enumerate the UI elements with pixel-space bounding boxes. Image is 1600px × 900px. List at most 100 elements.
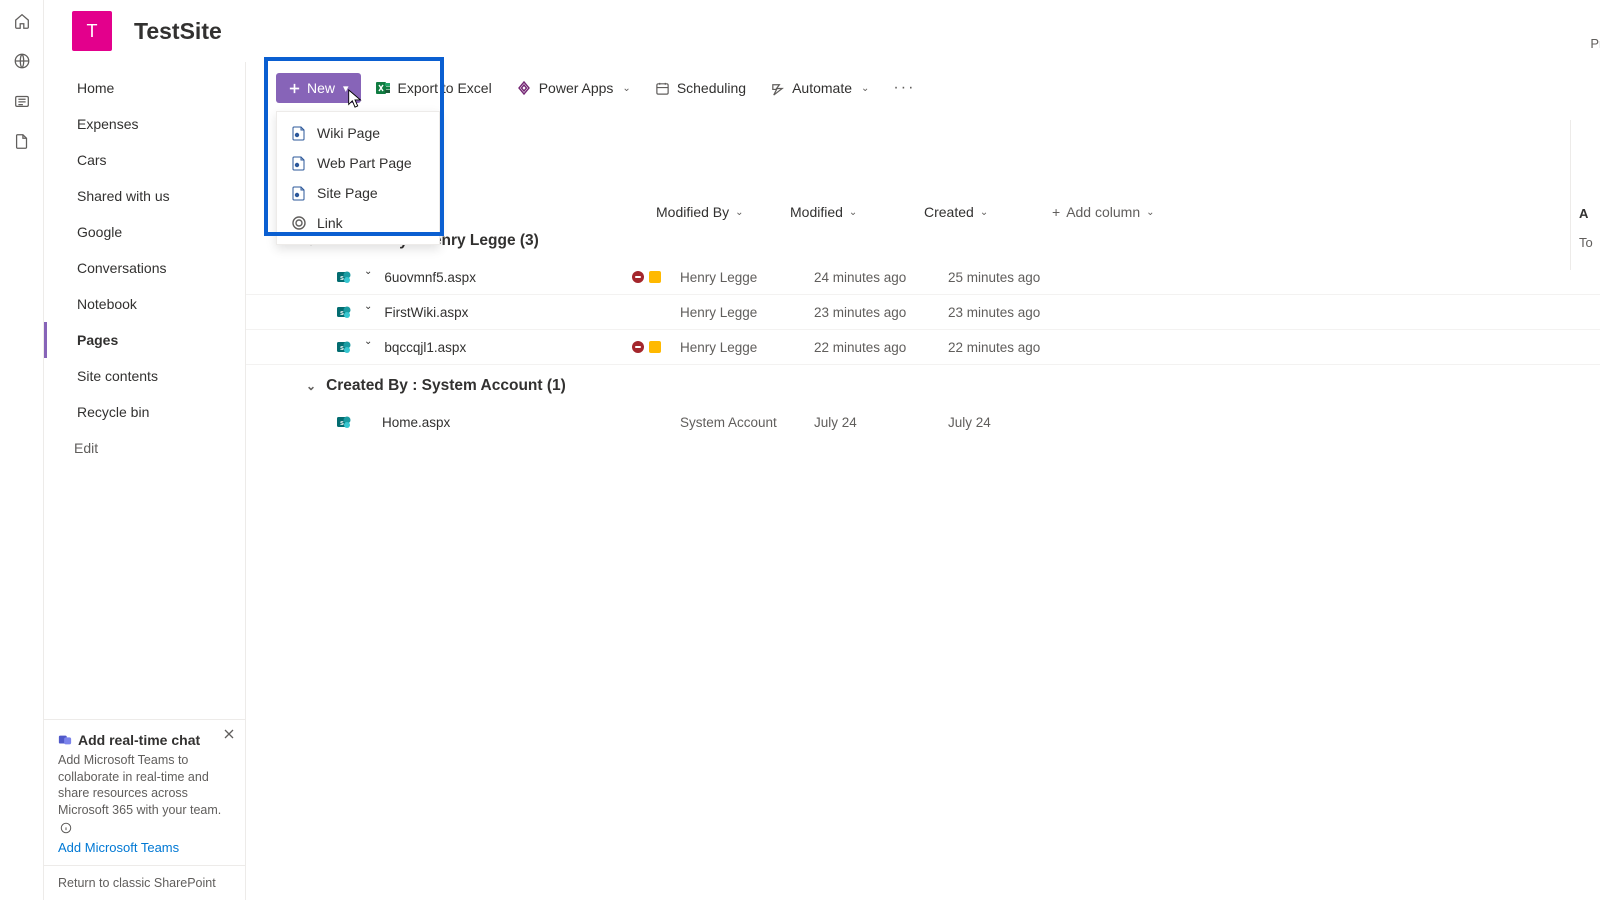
modified-by-cell: Henry Legge <box>680 340 814 355</box>
created-cell: 25 minutes ago <box>948 270 1082 285</box>
chevron-down-icon: ⌄ <box>735 207 743 218</box>
news-icon[interactable] <box>13 92 31 110</box>
error-badge-icon <box>632 271 644 283</box>
menu-item-label: Site Page <box>317 185 378 201</box>
new-button-wrap: New ▾ Wiki PageWeb Part PageSite PageLin… <box>276 73 361 103</box>
site-logo[interactable]: T <box>72 11 112 51</box>
nav-item-google[interactable]: Google <box>44 214 245 250</box>
svg-text:s: s <box>340 275 344 282</box>
new-button-label: New <box>307 80 335 96</box>
more-button[interactable]: ··· <box>883 72 925 104</box>
chevron-down-icon: ⌄ <box>980 207 988 218</box>
group-header[interactable]: ⌄ Created By : System Account (1) <box>246 365 1600 405</box>
scheduling-label: Scheduling <box>677 80 746 96</box>
file-name[interactable]: FirstWiki.aspx <box>384 305 468 320</box>
plus-icon <box>288 82 301 95</box>
column-created[interactable]: Created ⌄ <box>924 204 1052 220</box>
file-cell: s⌄6uovmnf5.aspx <box>336 269 632 285</box>
column-modified-by[interactable]: Modified By ⌄ <box>656 204 790 220</box>
new-dropdown: Wiki Page Web Part Page Site Page Link <box>276 111 440 245</box>
chevron-down-icon: ⌄ <box>849 207 857 218</box>
sharepoint-file-icon: s <box>336 269 352 285</box>
created-cell: 23 minutes ago <box>948 305 1082 320</box>
left-nav: HomeExpensesCarsShared with usGoogleConv… <box>44 62 246 900</box>
home-icon[interactable] <box>13 12 31 30</box>
column-modified[interactable]: Modified ⌄ <box>790 204 924 220</box>
automate-button[interactable]: Automate ⌄ <box>760 73 879 103</box>
nav-edit-link[interactable]: Edit <box>44 430 245 466</box>
nav-item-cars[interactable]: Cars <box>44 142 245 178</box>
powerapps-icon <box>516 80 532 96</box>
main-area: New ▾ Wiki Page Web Part Page Site Page Lin… <box>246 62 1600 900</box>
created-cell: July 24 <box>948 415 1082 430</box>
page-icon <box>291 125 307 141</box>
classic-link[interactable]: Return to classic SharePoint <box>44 865 245 900</box>
add-column-button[interactable]: + Add column ⌄ <box>1052 204 1155 220</box>
column-modified-label: Modified <box>790 204 843 220</box>
details-rail: A To <box>1570 120 1600 270</box>
nav-item-site-contents[interactable]: Site contents <box>44 358 245 394</box>
nav-item-home[interactable]: Home <box>44 70 245 106</box>
error-badge-icon <box>632 341 644 353</box>
file-name[interactable]: Home.aspx <box>382 415 450 430</box>
table-row[interactable]: s⌄6uovmnf5.aspxHenry Legge24 minutes ago… <box>246 260 1600 295</box>
modified-cell: 23 minutes ago <box>814 305 948 320</box>
page-icon <box>291 155 307 171</box>
privacy-label: Priva <box>1590 36 1600 51</box>
file-name[interactable]: bqccqjl1.aspx <box>384 340 466 355</box>
toolbar: New ▾ Wiki PageWeb Part PageSite PageLin… <box>246 62 1600 114</box>
nav-item-shared-with-us[interactable]: Shared with us <box>44 178 245 214</box>
globe-icon[interactable] <box>13 52 31 70</box>
app-rail <box>0 0 44 900</box>
new-menu-web-part-page[interactable]: Web Part Page <box>277 148 439 178</box>
info-icon[interactable] <box>60 822 72 834</box>
new-menu-site-page[interactable]: Site Page <box>277 178 439 208</box>
chevron-down-icon[interactable]: ⌄ <box>306 379 316 393</box>
link-icon <box>291 215 307 231</box>
excel-icon <box>375 80 391 96</box>
powerapps-label: Power Apps <box>539 80 614 96</box>
table-row[interactable]: sHome.aspxSystem AccountJuly 24July 24 <box>246 405 1600 439</box>
warning-badge-icon <box>649 271 661 283</box>
group-title: Created By : System Account (1) <box>326 377 566 395</box>
menu-item-label: Wiki Page <box>317 125 380 141</box>
table-row[interactable]: s⌄FirstWiki.aspxHenry Legge23 minutes ag… <box>246 295 1600 330</box>
close-icon[interactable] <box>223 728 235 740</box>
add-teams-link[interactable]: Add Microsoft Teams <box>58 840 231 855</box>
modified-cell: July 24 <box>814 415 948 430</box>
group-header[interactable]: ⌄Created By : Henry Legge (3) <box>246 220 1600 260</box>
chat-promo-title: Add real-time chat <box>58 732 231 748</box>
site-header: T TestSite Priva <box>44 0 1600 62</box>
automate-label: Automate <box>792 80 852 96</box>
page-icon <box>291 185 307 201</box>
file-cell: s Home.aspx <box>336 414 632 430</box>
nav-item-expenses[interactable]: Expenses <box>44 106 245 142</box>
export-excel-button[interactable]: Export to Excel <box>365 73 502 103</box>
nav-item-recycle-bin[interactable]: Recycle bin <box>44 394 245 430</box>
nav-item-notebook[interactable]: Notebook <box>44 286 245 322</box>
powerapps-button[interactable]: Power Apps ⌄ <box>506 73 641 103</box>
details-value: To <box>1579 235 1600 250</box>
file-name[interactable]: 6uovmnf5.aspx <box>384 270 476 285</box>
chat-promo-desc: Add Microsoft Teams to collaborate in re… <box>58 752 231 836</box>
new-button[interactable]: New ▾ <box>276 73 361 103</box>
column-modified-by-label: Modified By <box>656 204 729 220</box>
nav-item-pages[interactable]: Pages <box>44 322 245 358</box>
chevron-down-icon: ⌄ <box>861 83 869 94</box>
new-menu-link[interactable]: Link <box>277 208 439 238</box>
file-icon[interactable] <box>13 132 31 150</box>
file-cell: s⌄bqccqjl1.aspx <box>336 339 632 355</box>
scheduling-button[interactable]: Scheduling <box>645 73 756 103</box>
svg-text:s: s <box>340 420 344 427</box>
table-row[interactable]: s⌄bqccqjl1.aspxHenry Legge22 minutes ago… <box>246 330 1600 365</box>
site-title[interactable]: TestSite <box>134 18 222 45</box>
new-menu-wiki-page[interactable]: Wiki Page <box>277 118 439 148</box>
nav-item-conversations[interactable]: Conversations <box>44 250 245 286</box>
chevron-down-icon: ⌄ <box>622 83 630 94</box>
menu-item-label: Web Part Page <box>317 155 412 171</box>
add-column-label: Add column <box>1066 204 1140 220</box>
details-label: A <box>1579 206 1600 221</box>
column-headers: Modified By ⌄ Modified ⌄ Created ⌄ + Add… <box>246 204 1600 220</box>
checkout-indicator-icon: ⌄ <box>364 336 372 347</box>
automate-icon <box>770 81 785 96</box>
